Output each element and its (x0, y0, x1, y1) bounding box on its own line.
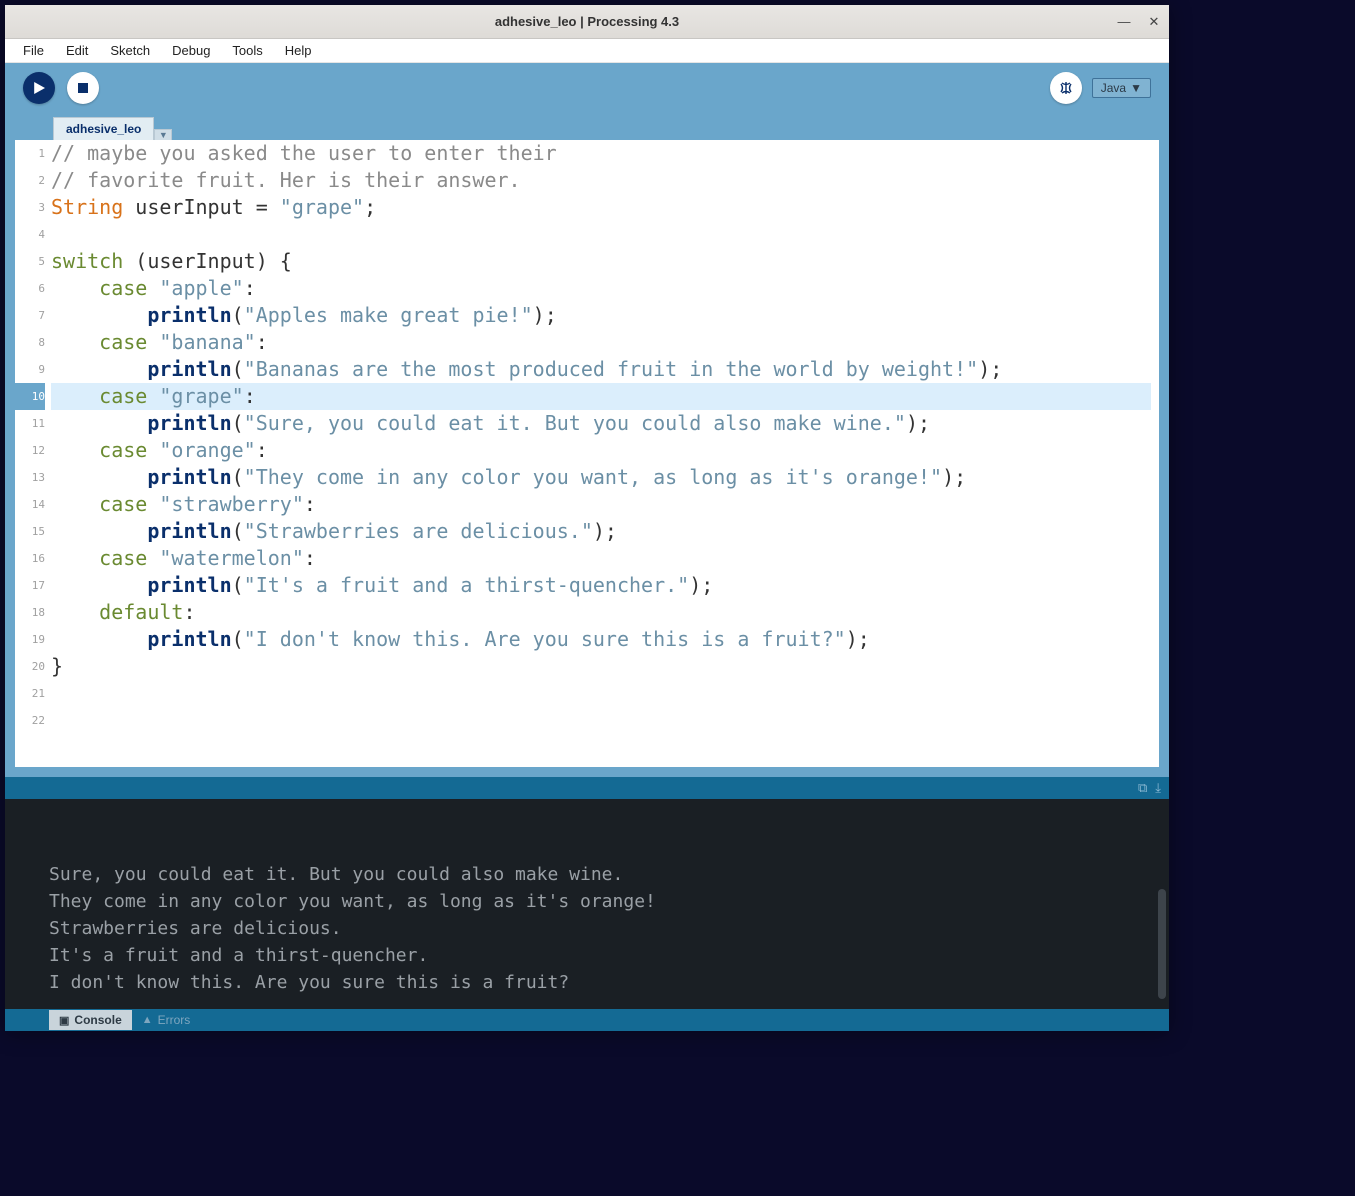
console-line: I don't know this. Are you sure this is … (49, 969, 1147, 996)
line-number: 18 (15, 599, 45, 626)
code-line[interactable]: println("It's a fruit and a thirst-quenc… (51, 572, 1151, 599)
terminal-icon: ▣ (59, 1014, 69, 1027)
line-number: 22 (15, 707, 45, 734)
menu-edit[interactable]: Edit (56, 40, 98, 61)
console-output[interactable]: Sure, you could eat it. But you could al… (5, 799, 1169, 1009)
line-number: 17 (15, 572, 45, 599)
copy-icon[interactable]: ⧉ (1138, 780, 1147, 796)
sketch-tab[interactable]: adhesive_leo (53, 117, 154, 140)
line-number: 3 (15, 194, 45, 221)
window-title: adhesive_leo | Processing 4.3 (495, 14, 679, 29)
code-line[interactable] (51, 221, 1151, 248)
play-icon (33, 82, 45, 94)
line-number: 12 (15, 437, 45, 464)
code-line[interactable]: default: (51, 599, 1151, 626)
line-number: 14 (15, 491, 45, 518)
line-number: 10 (15, 383, 45, 410)
code-line[interactable] (51, 680, 1151, 707)
console-line: It's a fruit and a thirst-quencher. (49, 942, 1147, 969)
errors-tab[interactable]: ▲ Errors (132, 1010, 201, 1030)
mode-label: Java (1101, 81, 1126, 95)
code-line[interactable] (51, 707, 1151, 734)
line-number: 19 (15, 626, 45, 653)
code-line[interactable]: case "strawberry": (51, 491, 1151, 518)
line-gutter: 12345678910111213141516171819202122 (15, 140, 51, 767)
line-number: 16 (15, 545, 45, 572)
line-number: 8 (15, 329, 45, 356)
close-button[interactable]: ✕ (1147, 15, 1161, 29)
console-tab[interactable]: ▣ Console (49, 1010, 132, 1030)
code-line[interactable]: println("I don't know this. Are you sure… (51, 626, 1151, 653)
menu-help[interactable]: Help (275, 40, 322, 61)
console-toolbar: ⧉ ⤓ (5, 777, 1169, 799)
line-number: 9 (15, 356, 45, 383)
line-number: 20 (15, 653, 45, 680)
code-line[interactable]: println("Strawberries are delicious."); (51, 518, 1151, 545)
stop-icon (78, 83, 88, 93)
line-number: 5 (15, 248, 45, 275)
debug-button[interactable] (1050, 72, 1082, 104)
code-line[interactable]: println("Bananas are the most produced f… (51, 356, 1151, 383)
code-line[interactable]: case "apple": (51, 275, 1151, 302)
menu-debug[interactable]: Debug (162, 40, 220, 61)
stop-button[interactable] (67, 72, 99, 104)
line-number: 2 (15, 167, 45, 194)
menu-tools[interactable]: Tools (222, 40, 272, 61)
code-line[interactable]: } (51, 653, 1151, 680)
errors-tab-label: Errors (158, 1013, 191, 1027)
window-controls: — ✕ (1117, 15, 1161, 29)
console-line: Strawberries are delicious. (49, 915, 1147, 942)
butterfly-icon (1058, 80, 1074, 96)
code-line[interactable]: String userInput = "grape"; (51, 194, 1151, 221)
code-line[interactable]: println("Apples make great pie!"); (51, 302, 1151, 329)
line-number: 7 (15, 302, 45, 329)
line-number: 15 (15, 518, 45, 545)
line-number: 21 (15, 680, 45, 707)
code-line[interactable]: case "watermelon": (51, 545, 1151, 572)
code-line[interactable]: // favorite fruit. Her is their answer. (51, 167, 1151, 194)
code-line[interactable]: case "orange": (51, 437, 1151, 464)
code-line[interactable]: // maybe you asked the user to enter the… (51, 140, 1151, 167)
bottom-tabstrip: ▣ Console ▲ Errors (5, 1009, 1169, 1031)
code-line[interactable]: switch (userInput) { (51, 248, 1151, 275)
menubar: FileEditSketchDebugToolsHelp (5, 39, 1169, 63)
console-line: They come in any color you want, as long… (49, 888, 1147, 915)
code-line[interactable]: println("They come in any color you want… (51, 464, 1151, 491)
line-number: 6 (15, 275, 45, 302)
editor-container: 12345678910111213141516171819202122 // m… (5, 140, 1169, 777)
console-line: Sure, you could eat it. But you could al… (49, 861, 1147, 888)
code-line[interactable]: println("Sure, you could eat it. But you… (51, 410, 1151, 437)
line-number: 1 (15, 140, 45, 167)
code-line[interactable]: case "grape": (51, 383, 1151, 410)
line-number: 4 (15, 221, 45, 248)
tab-dropdown[interactable]: ▼ (154, 129, 172, 140)
menu-file[interactable]: File (13, 40, 54, 61)
toolbar: Java ▼ (5, 63, 1169, 113)
scrollbar-thumb[interactable] (1158, 889, 1166, 999)
collapse-icon[interactable]: ⤓ (1155, 780, 1161, 796)
titlebar: adhesive_leo | Processing 4.3 — ✕ (5, 5, 1169, 39)
console-tab-label: Console (74, 1013, 121, 1027)
processing-window: adhesive_leo | Processing 4.3 — ✕ FileEd… (5, 5, 1169, 1031)
tabstrip: adhesive_leo ▼ (5, 113, 1169, 140)
code-area[interactable]: // maybe you asked the user to enter the… (51, 140, 1159, 767)
chevron-down-icon: ▼ (1130, 81, 1142, 95)
run-button[interactable] (23, 72, 55, 104)
line-number: 13 (15, 464, 45, 491)
code-editor[interactable]: 12345678910111213141516171819202122 // m… (15, 140, 1159, 767)
warning-icon: ▲ (142, 1014, 153, 1026)
minimize-button[interactable]: — (1117, 15, 1131, 29)
menu-sketch[interactable]: Sketch (100, 40, 160, 61)
mode-selector[interactable]: Java ▼ (1092, 78, 1151, 98)
code-line[interactable]: case "banana": (51, 329, 1151, 356)
line-number: 11 (15, 410, 45, 437)
